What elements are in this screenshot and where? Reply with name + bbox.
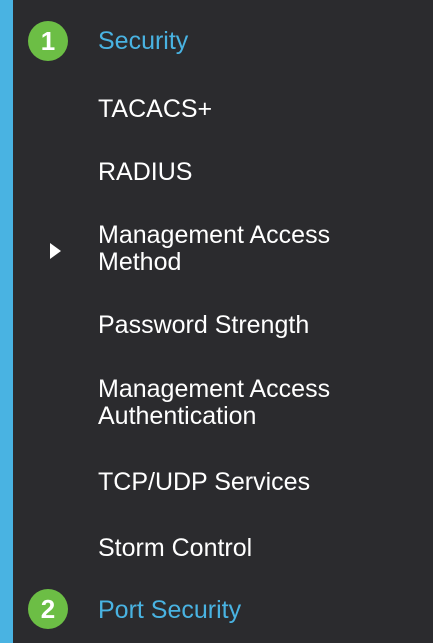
sidebar-item-label: TCP/UDP Services	[98, 468, 311, 496]
sidebar-item-management-access-authentication[interactable]: Management Access Authentication	[0, 373, 433, 435]
sidebar-item-label: RADIUS	[98, 158, 193, 186]
sidebar-item-storm-control[interactable]: Storm Control	[0, 529, 433, 569]
sidebar-nav: 1 Security TACACS+ RADIUS Management Acc…	[0, 0, 433, 643]
sidebar-item-radius[interactable]: RADIUS	[0, 153, 433, 193]
step-badge-2: 2	[28, 589, 68, 629]
caret-right-icon	[50, 243, 61, 259]
sidebar-section-label: Security	[98, 27, 189, 55]
sidebar-section-security[interactable]: 1 Security	[0, 18, 433, 64]
sidebar-item-label: Management Access	[98, 221, 331, 249]
sidebar-item-tacacs[interactable]: TACACS+	[0, 90, 433, 130]
sidebar-item-management-access-method[interactable]: Management Access Method	[0, 219, 433, 281]
sidebar-item-password-strength[interactable]: Password Strength	[0, 306, 433, 346]
sidebar-section-port-security[interactable]: 2 Port Security	[0, 586, 433, 632]
sidebar-item-tcp-udp-services[interactable]: TCP/UDP Services	[0, 463, 433, 503]
sidebar-item-label: Storm Control	[98, 534, 253, 562]
step-badge-1: 1	[28, 21, 68, 61]
sidebar-item-label-line2: Authentication	[98, 402, 257, 430]
sidebar-item-label: Management Access	[98, 375, 331, 403]
sidebar-item-label: Password Strength	[98, 311, 310, 339]
sidebar-section-label: Port Security	[98, 596, 242, 624]
sidebar-item-label-line2: Method	[98, 248, 182, 276]
sidebar-item-label: TACACS+	[98, 95, 213, 123]
